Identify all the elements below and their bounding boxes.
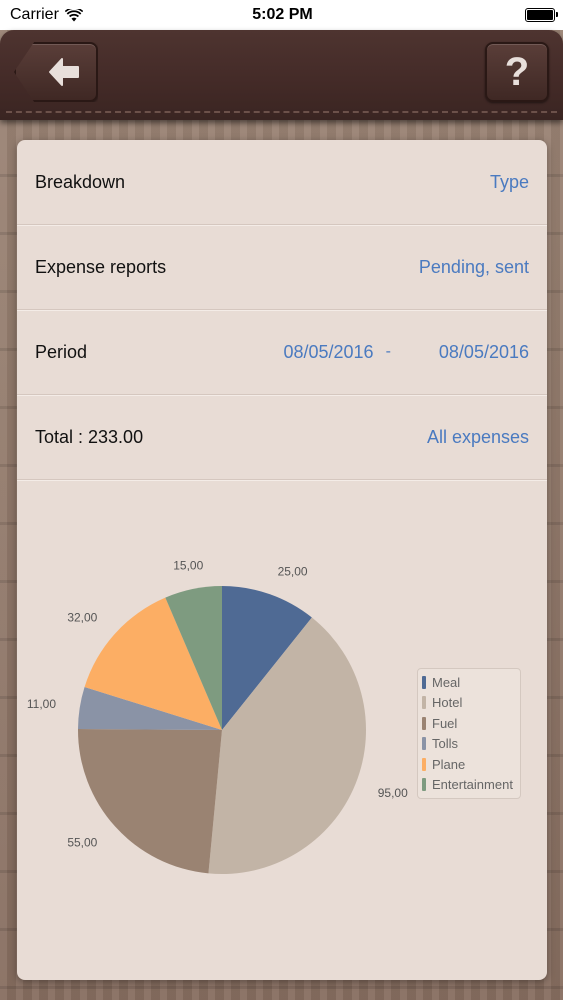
breakdown-value[interactable]: Type [490, 172, 529, 193]
header-bar: ? [0, 30, 563, 120]
help-label: ? [504, 49, 530, 94]
period-label: Period [35, 341, 88, 362]
legend-swatch [422, 757, 426, 771]
help-button[interactable]: ? [485, 42, 549, 102]
period-to-date[interactable]: 08/05/2016 [439, 342, 529, 363]
slice-value-label: 32,00 [67, 610, 97, 624]
breakdown-label: Breakdown [35, 171, 126, 192]
legend-label: Fuel [432, 715, 458, 731]
legend-item-entertainment: Entertainment [422, 775, 516, 796]
expense-reports-label: Expense reports [35, 256, 167, 277]
back-arrow-icon [49, 58, 79, 86]
legend-item-tolls: Tolls [422, 734, 516, 755]
status-bar: Carrier 5:02 PM [0, 0, 563, 30]
slice-value-label: 25,00 [278, 564, 308, 578]
slice-value-label: 11,00 [27, 697, 56, 711]
status-left: Carrier [10, 6, 150, 24]
carrier-label: Carrier [10, 6, 59, 23]
slice-value-label: 95,00 [378, 786, 408, 800]
legend-label: Entertainment [432, 777, 513, 793]
status-right [415, 8, 558, 22]
pie-chart-area: 25,00 95,00 55,00 11,00 32,00 15,00 Meal Hotel… [17, 480, 547, 980]
legend-label: Meal [432, 674, 461, 690]
period-values: 08/05/2016 - 08/05/2016 [283, 342, 529, 363]
expense-reports-row[interactable]: Expense reports Pending, sent [17, 225, 547, 310]
expense-filter-value[interactable]: All expenses [427, 427, 529, 448]
total-row[interactable]: Total : 233.00 All expenses [17, 395, 547, 480]
slice-value-label: 15,00 [173, 558, 203, 572]
battery-icon [525, 8, 558, 22]
period-separator: - [385, 343, 391, 360]
report-card: Breakdown Type Expense reports Pending, … [17, 140, 547, 980]
pie-slice-fuel[interactable] [78, 729, 222, 874]
wifi-icon [64, 8, 83, 21]
legend-item-fuel: Fuel [422, 713, 516, 734]
legend-swatch [422, 737, 426, 751]
expense-reports-value[interactable]: Pending, sent [419, 257, 529, 278]
period-from-date[interactable]: 08/05/2016 [283, 342, 373, 363]
legend-item-plane: Plane [422, 754, 516, 775]
slice-value-label: 55,00 [67, 836, 97, 850]
total-label: Total : 233.00 [35, 426, 144, 447]
legend-label: Tolls [432, 736, 459, 752]
legend-swatch [422, 696, 426, 710]
period-row: Period 08/05/2016 - 08/05/2016 [17, 310, 547, 395]
legend-label: Plane [432, 756, 466, 772]
legend-swatch [422, 675, 426, 689]
legend-swatch [422, 778, 426, 792]
status-time: 5:02 PM [252, 6, 313, 23]
legend-item-hotel: Hotel [422, 693, 516, 714]
breakdown-row[interactable]: Breakdown Type [17, 140, 547, 225]
back-button[interactable] [14, 42, 98, 102]
legend-swatch [422, 716, 426, 730]
pie-chart: 25,00 95,00 55,00 11,00 32,00 15,00 [27, 558, 408, 874]
chart-legend: Meal Hotel Fuel Tolls Plane Entertainment [417, 668, 521, 799]
legend-label: Hotel [432, 695, 463, 711]
legend-item-meal: Meal [422, 672, 516, 693]
